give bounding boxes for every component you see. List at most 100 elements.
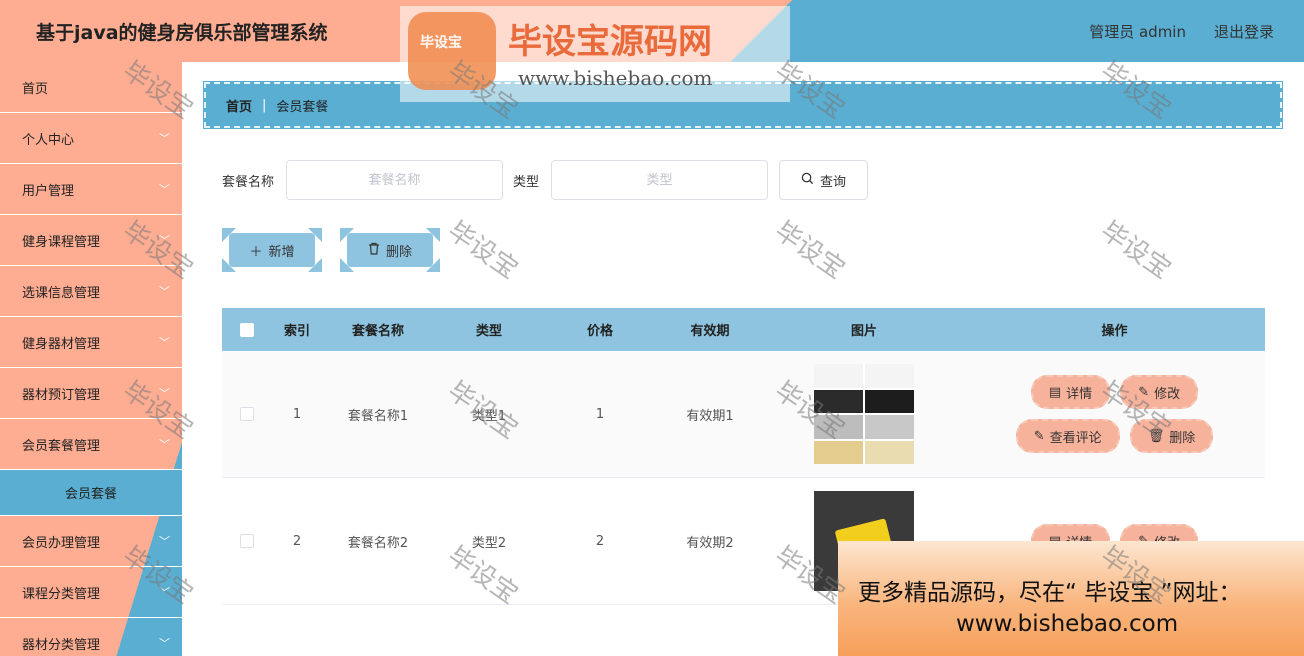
user-label[interactable]: 管理员 admin bbox=[1089, 21, 1186, 42]
sidebar-item-label: 个人中心 bbox=[22, 132, 75, 148]
sidebar-item-course-selection[interactable]: 选课信息管理 ﹀ bbox=[0, 266, 182, 317]
sidebar-item-label: 会员套餐 bbox=[64, 487, 117, 502]
cell-validity: 有效期1 bbox=[686, 408, 734, 424]
view-reviews-button[interactable]: ✎ 查看评论 bbox=[1015, 419, 1120, 453]
chevron-down-icon: ﹀ bbox=[159, 285, 170, 298]
chevron-down-icon: ﹀ bbox=[159, 234, 170, 247]
batch-delete-button[interactable]: 删除 bbox=[347, 233, 433, 267]
sidebar: 首页 个人中心 ﹀ 用户管理 ﹀ 健身课程管理 ﹀ 选课信息管理 ﹀ 健身器材管理 ﹀ 器… bbox=[0, 62, 182, 656]
cell-type: 类型2 bbox=[471, 535, 507, 551]
delete-button[interactable]: 🗑 删除 bbox=[1129, 419, 1214, 453]
col-image: 图片 bbox=[850, 324, 877, 339]
chevron-down-icon: ﹀ bbox=[159, 387, 170, 400]
plus-icon: ＋ bbox=[249, 244, 263, 260]
sidebar-item-label: 会员套餐管理 bbox=[22, 438, 101, 454]
col-validity: 有效期 bbox=[690, 324, 730, 339]
search-bar: 套餐名称 类型 查询 bbox=[222, 160, 869, 200]
add-button[interactable]: ＋ 新增 bbox=[229, 233, 315, 267]
banner-line2: www.bishebao.com bbox=[956, 611, 1179, 637]
row-checkbox[interactable] bbox=[240, 407, 254, 421]
cell-index: 2 bbox=[292, 533, 302, 549]
sidebar-item-equipment-booking[interactable]: 器材预订管理 ﹀ bbox=[0, 368, 182, 419]
watermark: 毕设宝 bbox=[442, 215, 524, 286]
cell-type: 类型1 bbox=[471, 408, 507, 424]
sidebar-item-label: 器材预订管理 bbox=[22, 387, 101, 403]
package-name-label: 套餐名称 bbox=[222, 174, 275, 190]
col-ops: 操作 bbox=[1101, 324, 1128, 339]
sidebar-item-label: 健身器材管理 bbox=[22, 336, 101, 352]
sidebar-subitem-membership-package[interactable]: 会员套餐 bbox=[0, 470, 182, 516]
col-price: 价格 bbox=[586, 324, 613, 339]
query-label: 查询 bbox=[820, 174, 847, 190]
sidebar-item-users[interactable]: 用户管理 ﹀ bbox=[0, 164, 182, 215]
sidebar-item-label: 健身课程管理 bbox=[22, 234, 101, 250]
cell-name: 套餐名称2 bbox=[347, 535, 409, 551]
sidebar-item-membership-packages[interactable]: 会员套餐管理 ﹀ bbox=[0, 419, 182, 470]
chevron-down-icon: ﹀ bbox=[159, 586, 170, 599]
pencil-icon: ✎ bbox=[1138, 384, 1150, 400]
edit-label: 修改 bbox=[1154, 386, 1181, 402]
select-all-checkbox[interactable] bbox=[240, 322, 254, 337]
table-header: 索引 套餐名称 类型 价格 有效期 图片 操作 bbox=[222, 308, 1265, 351]
type-label: 类型 bbox=[513, 174, 540, 190]
breadcrumb-current: 会员套餐 bbox=[276, 99, 329, 115]
banner-line1: 更多精品源码，尽在“ 毕设宝 ”网址： bbox=[858, 580, 1242, 606]
pencil-icon: ✎ bbox=[1033, 428, 1045, 444]
sidebar-item-label: 选课信息管理 bbox=[22, 285, 101, 301]
query-button[interactable]: 查询 bbox=[779, 160, 869, 200]
watermark: 毕设宝 bbox=[769, 215, 851, 286]
trash-icon bbox=[368, 242, 380, 259]
promo-banner[interactable]: 更多精品源码，尽在“ 毕设宝 ”网址： www.bishebao.com bbox=[838, 541, 1304, 656]
chevron-down-icon: ﹀ bbox=[159, 535, 170, 548]
sidebar-item-equipment-category[interactable]: 器材分类管理 ﹀ bbox=[0, 618, 182, 656]
sidebar-item-label: 课程分类管理 bbox=[22, 586, 101, 602]
add-label: 新增 bbox=[268, 244, 295, 260]
chevron-down-icon: ﹀ bbox=[159, 637, 170, 650]
type-input[interactable] bbox=[551, 160, 769, 200]
breadcrumb-separator: | bbox=[262, 97, 267, 113]
sidebar-item-equipment[interactable]: 健身器材管理 ﹀ bbox=[0, 317, 182, 368]
detail-button[interactable]: ▤详情 bbox=[1030, 375, 1111, 409]
row-checkbox[interactable] bbox=[240, 534, 254, 548]
action-buttons: ＋ 新增 删除 bbox=[222, 228, 440, 272]
cell-price: 1 bbox=[595, 406, 605, 422]
watermark: 毕设宝 bbox=[1095, 215, 1177, 286]
table-row: 1 套餐名称1 类型1 1 有效期1 ▤ 详情 ✎ 修改 ✎ 查看评论 🗑 删除 bbox=[222, 351, 1265, 478]
chevron-down-icon: ﹀ bbox=[159, 183, 170, 196]
sidebar-item-label: 首页 bbox=[22, 81, 49, 97]
delete-label: 删除 bbox=[385, 244, 412, 260]
sidebar-item-membership-handling[interactable]: 会员办理管理 ﹀ bbox=[0, 516, 182, 567]
col-type: 类型 bbox=[475, 324, 502, 339]
breadcrumb: 首页 | 会员套餐 bbox=[203, 81, 1283, 129]
delete-label: 删除 bbox=[1169, 430, 1196, 446]
chevron-down-icon: ﹀ bbox=[159, 336, 170, 349]
sidebar-item-personal[interactable]: 个人中心 ﹀ bbox=[0, 113, 182, 164]
cell-index: 1 bbox=[292, 406, 302, 422]
package-image[interactable] bbox=[814, 364, 914, 464]
edit-button[interactable]: ✎修改 bbox=[1120, 375, 1199, 409]
col-name: 套餐名称 bbox=[351, 324, 404, 339]
cell-name: 套餐名称1 bbox=[347, 408, 409, 424]
trash-icon: 🗑 bbox=[1147, 428, 1165, 444]
document-icon: ▤ bbox=[1048, 384, 1062, 400]
cell-price: 2 bbox=[595, 533, 605, 549]
detail-label: 详情 bbox=[1066, 386, 1093, 402]
sidebar-item-course-category[interactable]: 课程分类管理 ﹀ bbox=[0, 567, 182, 618]
chevron-down-icon: ﹀ bbox=[159, 132, 170, 145]
cell-validity: 有效期2 bbox=[686, 535, 734, 551]
chevron-down-icon: ﹀ bbox=[159, 438, 170, 451]
breadcrumb-home[interactable]: 首页 bbox=[226, 96, 252, 115]
sidebar-item-label: 器材分类管理 bbox=[22, 637, 101, 653]
col-index: 索引 bbox=[283, 324, 310, 339]
sidebar-item-courses[interactable]: 健身课程管理 ﹀ bbox=[0, 215, 182, 266]
sidebar-item-label: 会员办理管理 bbox=[22, 535, 101, 551]
add-button-wrap: ＋ 新增 bbox=[222, 228, 322, 272]
package-name-input[interactable] bbox=[286, 160, 504, 200]
review-label: 查看评论 bbox=[1049, 430, 1102, 446]
logout-button[interactable]: 退出登录 bbox=[1214, 21, 1274, 42]
sidebar-item-label: 用户管理 bbox=[22, 183, 75, 199]
top-header: 基于java的健身房俱乐部管理系统 管理员 admin 退出登录 bbox=[0, 0, 1304, 62]
delete-button-wrap: 删除 bbox=[340, 228, 440, 272]
app-title: 基于java的健身房俱乐部管理系统 bbox=[36, 22, 328, 44]
sidebar-item-home[interactable]: 首页 bbox=[0, 62, 182, 113]
